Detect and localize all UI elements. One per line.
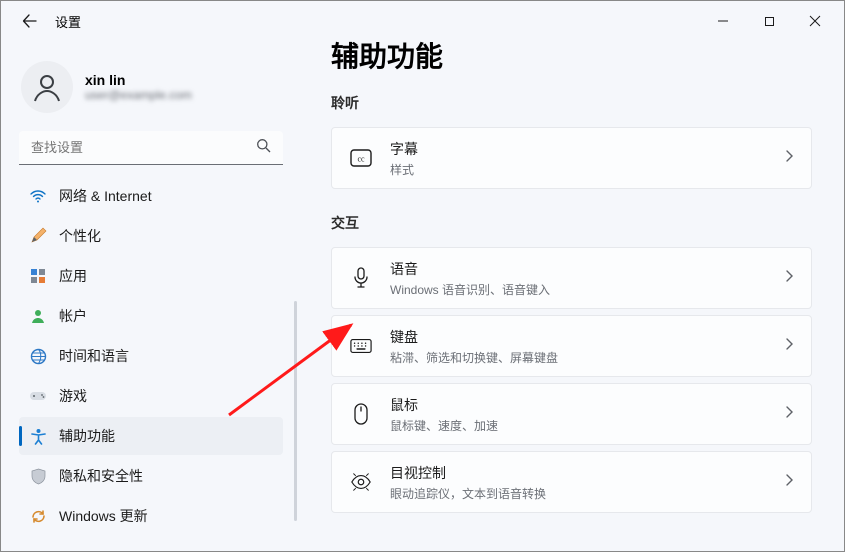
chevron-right-icon [785,473,793,491]
wifi-icon [29,187,47,205]
chevron-right-icon [785,269,793,287]
accessibility-icon [29,427,47,445]
main-container: xin lin user@example.com 网络 & Internet 个… [1,41,844,551]
sidebar-item-time-language[interactable]: 时间和语言 [19,337,283,375]
sidebar-item-accessibility[interactable]: 辅助功能 [19,417,283,455]
card-eye-control[interactable]: 目视控制 眼动追踪仪，文本到语音转换 [331,451,812,513]
card-subtitle: 眼动追踪仪，文本到语音转换 [390,485,767,502]
account-icon [29,307,47,325]
user-email: user@example.com [85,88,192,102]
sidebar-item-privacy[interactable]: 隐私和安全性 [19,457,283,495]
card-subtitle: 样式 [390,161,767,178]
card-subtitle: 粘滞、筛选和切换键、屏幕键盘 [390,349,767,366]
sidebar-item-label: 帐户 [59,306,87,326]
sidebar-item-label: 游戏 [59,386,87,406]
user-panel[interactable]: xin lin user@example.com [19,41,283,131]
avatar [21,61,73,113]
content-area: 辅助功能 聆听 cc 字幕 样式 交互 语音 [301,41,844,551]
sidebar-item-label: 个性化 [59,226,101,246]
apps-icon [29,267,47,285]
section-cards-hearing: cc 字幕 样式 [331,127,812,189]
section-label-hearing: 聆听 [331,93,816,113]
card-title: 目视控制 [390,463,767,483]
maximize-icon [764,16,775,27]
card-title: 语音 [390,259,767,279]
sidebar-item-accounts[interactable]: 帐户 [19,297,283,335]
card-title: 键盘 [390,327,767,347]
shield-icon [29,467,47,485]
person-icon [31,71,63,103]
user-name: xin lin [85,72,192,88]
card-subtitle: 鼠标键、速度、加速 [390,417,767,434]
mic-icon [350,267,372,289]
section-cards-interaction: 语音 Windows 语音识别、语音键入 键盘 粘滞、筛选和切换键、屏幕键盘 [331,247,812,513]
search-icon [256,138,271,158]
card-captions[interactable]: cc 字幕 样式 [331,127,812,189]
chevron-right-icon [785,337,793,355]
card-title: 字幕 [390,139,767,159]
sidebar-item-label: 时间和语言 [59,346,129,366]
sidebar-item-windows-update[interactable]: Windows 更新 [19,497,283,535]
svg-text:cc: cc [357,155,365,164]
update-icon [29,507,47,525]
sidebar-item-apps[interactable]: 应用 [19,257,283,295]
section-label-interaction: 交互 [331,213,816,233]
arrow-left-icon [22,13,38,29]
sidebar-item-label: 网络 & Internet [59,186,152,206]
eye-icon [350,472,372,492]
sidebar-item-label: 应用 [59,266,87,286]
sidebar-item-network[interactable]: 网络 & Internet [19,177,283,215]
window-maximize-button[interactable] [746,6,792,36]
minimize-icon [717,15,729,27]
card-keyboard[interactable]: 键盘 粘滞、筛选和切换键、屏幕键盘 [331,315,812,377]
card-subtitle: Windows 语音识别、语音键入 [390,281,767,298]
sidebar-item-personalization[interactable]: 个性化 [19,217,283,255]
gaming-icon [29,387,47,405]
mouse-icon [350,403,372,425]
sidebar-item-gaming[interactable]: 游戏 [19,377,283,415]
card-mouse[interactable]: 鼠标 鼠标键、速度、加速 [331,383,812,445]
search-box[interactable] [19,131,283,165]
card-speech[interactable]: 语音 Windows 语音识别、语音键入 [331,247,812,309]
sidebar-item-label: Windows 更新 [59,506,148,526]
sidebar: xin lin user@example.com 网络 & Internet 个… [1,41,301,551]
nav: 网络 & Internet 个性化 应用 帐户 时间和语言 游戏 [19,177,283,535]
titlebar: 设置 [1,1,844,41]
sidebar-item-label: 辅助功能 [59,426,115,446]
search-input[interactable] [19,131,283,165]
window-close-button[interactable] [792,6,838,36]
close-icon [809,15,821,27]
chevron-right-icon [785,149,793,167]
page-title: 辅助功能 [331,41,816,75]
back-button[interactable] [13,4,47,38]
sidebar-item-label: 隐私和安全性 [59,466,143,486]
brush-icon [29,227,47,245]
time-lang-icon [29,347,47,365]
window-minimize-button[interactable] [700,6,746,36]
keyboard-icon [350,338,372,354]
app-title: 设置 [55,12,81,31]
captions-icon: cc [350,149,372,167]
sidebar-scrollbar[interactable] [294,301,297,521]
chevron-right-icon [785,405,793,423]
card-title: 鼠标 [390,395,767,415]
